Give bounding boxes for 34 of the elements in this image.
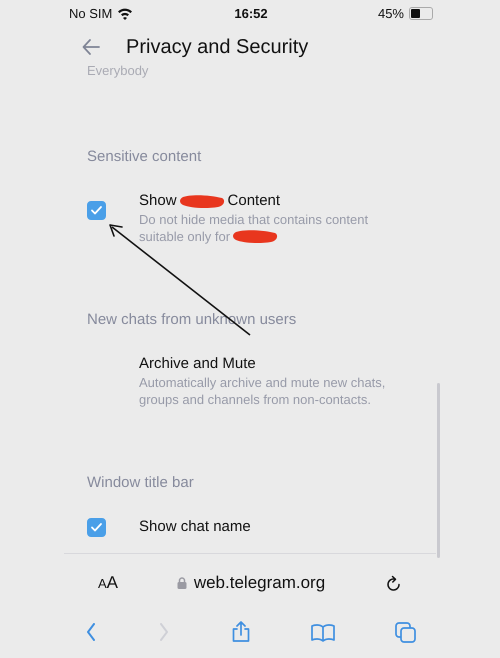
item-description: Automatically archive and mute new chats, xyxy=(139,374,386,391)
battery-icon xyxy=(409,6,433,20)
tabs-button[interactable] xyxy=(393,620,418,644)
address-text[interactable]: web.telegram.org xyxy=(194,573,326,593)
section-heading: Sensitive content xyxy=(87,148,202,165)
clock-time: 16:52 xyxy=(234,6,268,20)
text-size-button[interactable]: AA xyxy=(98,573,118,593)
page-title: Privacy and Security xyxy=(126,36,308,58)
item-label[interactable]: Archive and Mute xyxy=(139,354,256,374)
wifi-icon xyxy=(117,6,134,20)
chevron-left-icon xyxy=(86,623,98,641)
item-label: Show chat name xyxy=(139,517,251,537)
book-icon xyxy=(310,622,335,642)
tabs-icon xyxy=(395,622,416,642)
carrier-label: No SIM xyxy=(69,6,112,20)
checkbox[interactable] xyxy=(87,518,106,536)
lock-icon xyxy=(176,577,187,589)
back-button[interactable] xyxy=(80,36,102,58)
section-heading: Window title bar xyxy=(87,474,195,491)
item-label: Content xyxy=(228,191,280,211)
back-arrow-icon xyxy=(82,38,100,56)
item-description: suitable only for xyxy=(139,228,230,245)
scrollbar[interactable] xyxy=(437,383,440,558)
reload-icon xyxy=(386,575,402,591)
share-icon xyxy=(230,621,250,643)
redaction-mark xyxy=(180,194,225,208)
item-description: groups and channels from non-contacts. xyxy=(139,391,371,408)
item-label: Show xyxy=(139,191,177,211)
battery-percentage: 45% xyxy=(378,6,404,20)
checkbox[interactable] xyxy=(87,201,106,220)
setting-value: Everybody xyxy=(87,63,150,78)
redaction-mark xyxy=(233,229,278,244)
chevron-right-icon xyxy=(158,623,170,641)
item-description: Do not hide media that contains content xyxy=(139,211,368,228)
